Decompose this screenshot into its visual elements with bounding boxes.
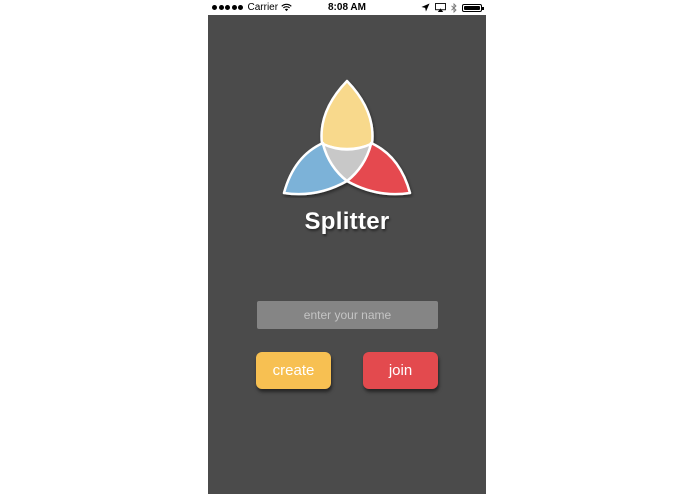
create-button[interactable]: create [256,352,331,389]
battery-fill [464,5,480,10]
bluetooth-icon [451,2,457,13]
join-button[interactable]: join [363,352,438,389]
phone-screen: Carrier 8:08 AM Splitter enter your name… [208,0,486,494]
status-bar: Carrier 8:08 AM [208,0,486,15]
location-arrow-icon [421,3,430,12]
name-input[interactable] [257,301,438,329]
airplay-icon [435,3,446,12]
status-right [421,0,484,15]
app-title: Splitter [304,208,390,235]
splitter-logo [282,79,412,196]
logo-petal-top [320,79,374,151]
battery-icon [462,3,484,12]
